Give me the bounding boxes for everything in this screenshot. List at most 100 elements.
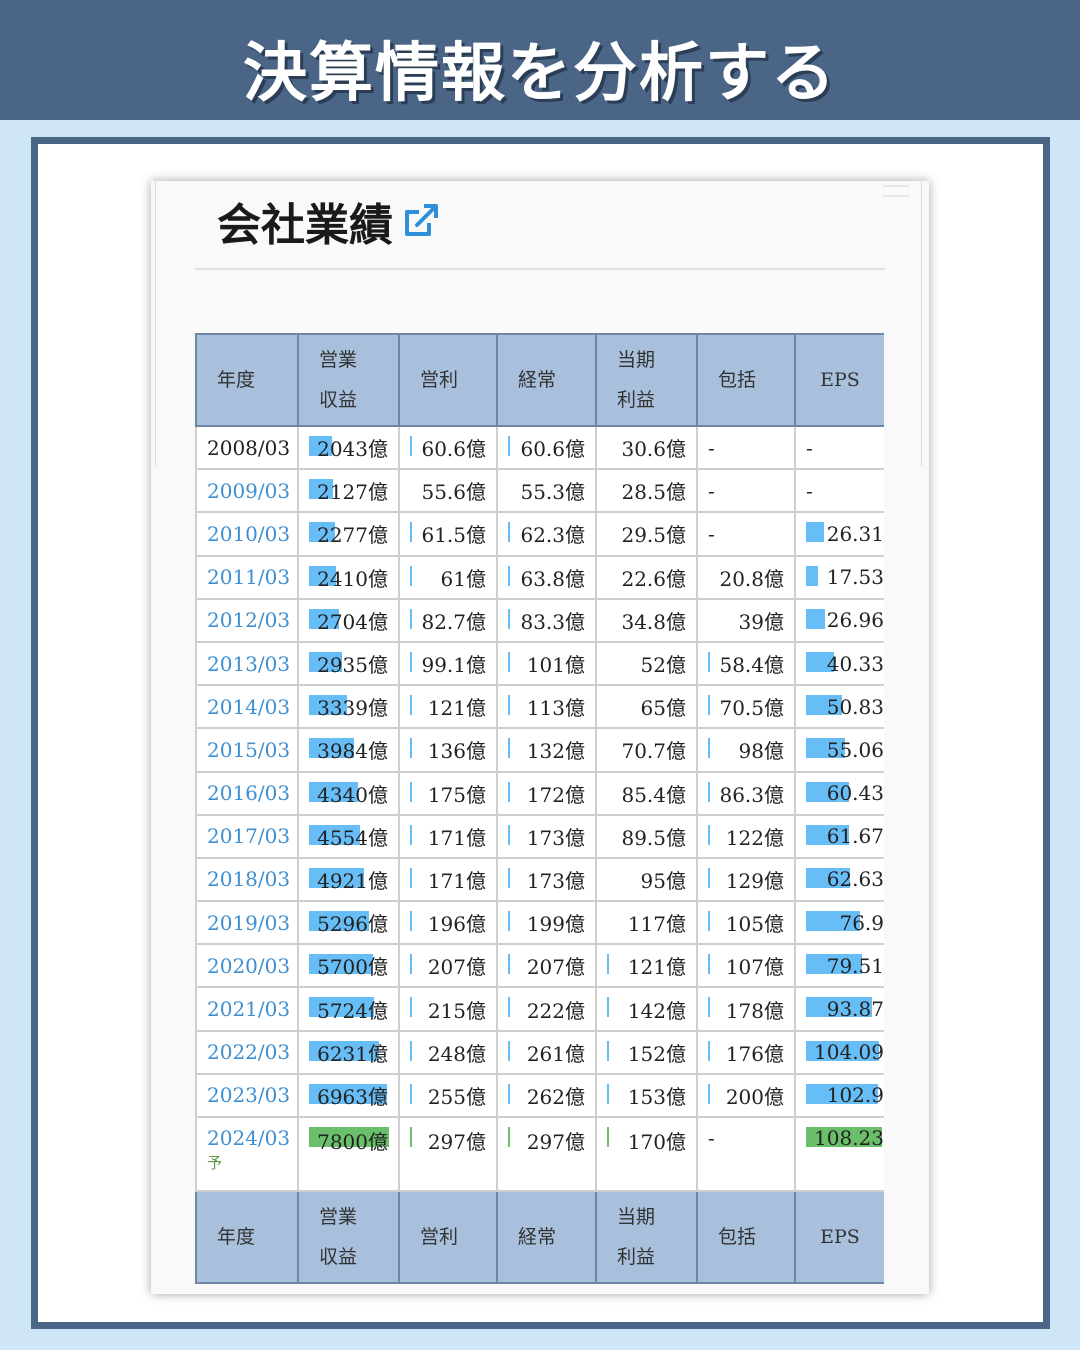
header-operating-profit[interactable]: 営利 <box>399 333 498 427</box>
header-year[interactable]: 年度 <box>195 333 299 427</box>
cell-year[interactable]: 2011/03 <box>195 555 299 600</box>
cell-year[interactable]: 2020/03 <box>195 944 299 989</box>
cell-year[interactable]: 2013/03 <box>195 641 299 687</box>
cell-value: 152億 <box>627 1041 686 1066</box>
year-link[interactable]: 2018/03 <box>207 867 290 891</box>
cell-net-income: 142億 <box>596 987 698 1032</box>
cell-eps: 26.96 <box>795 598 884 643</box>
table-header-row: 年度 営業 収益 営利 経常 当期 利益 包括 EPS <box>195 333 884 427</box>
value-bar <box>708 651 710 672</box>
cell-value: 65億 <box>640 696 686 721</box>
cell-value: 4340億 <box>317 782 388 807</box>
year-link[interactable]: 2019/03 <box>207 911 290 935</box>
cell-value: 122億 <box>725 825 784 850</box>
value-bar <box>508 824 510 845</box>
cell-value: 136億 <box>427 739 486 764</box>
table-footer-row: 年度 営業 収益 営利 経常 当期 利益 包括 EPS <box>195 1190 884 1284</box>
cell-value: - <box>708 521 715 546</box>
cell-revenue: 2410億 <box>298 555 400 600</box>
footer-comprehensive[interactable]: 包括 <box>697 1190 796 1284</box>
footer-year[interactable]: 年度 <box>195 1190 299 1284</box>
cell-value: 26.31 <box>826 521 884 546</box>
cell-year[interactable]: 2024/03 予 <box>195 1117 299 1192</box>
cell-revenue: 4554億 <box>298 814 400 859</box>
header-eps[interactable]: EPS <box>795 333 884 427</box>
cell-revenue: 4340億 <box>298 771 400 816</box>
cell-value: 30.6億 <box>621 437 686 462</box>
cell-revenue: 2277億 <box>298 512 400 557</box>
cell-net-income: 28.5億 <box>596 469 698 514</box>
footer-eps[interactable]: EPS <box>795 1190 884 1284</box>
cell-ordinary-profit: 83.3億 <box>497 598 597 643</box>
cell-year[interactable]: 2021/03 <box>195 987 299 1032</box>
cell-value: 171億 <box>427 868 486 893</box>
table-row: 2008/03 2043億 60.6億 60.6億 30.6億 - - <box>195 426 884 471</box>
year-link[interactable]: 2020/03 <box>207 954 290 978</box>
header-comprehensive[interactable]: 包括 <box>697 333 796 427</box>
cell-comprehensive: - <box>697 512 796 557</box>
cell-value: 178億 <box>725 998 784 1023</box>
value-bar <box>410 1127 412 1147</box>
cell-value: 40.33 <box>826 651 884 676</box>
cell-year[interactable]: 2015/03 <box>195 728 299 773</box>
cell-net-income: 153億 <box>596 1073 698 1119</box>
cell-year[interactable]: 2016/03 <box>195 771 299 816</box>
cell-year[interactable]: 2023/03 <box>195 1073 299 1119</box>
table-row: 2022/03 6231億 248億 261億 152億 176億 104.09 <box>195 1030 884 1075</box>
value-bar <box>410 867 412 888</box>
header-net-income[interactable]: 当期 利益 <box>596 333 698 427</box>
cell-ordinary-profit: 222億 <box>497 987 597 1032</box>
year-link[interactable]: 2013/03 <box>207 652 290 676</box>
cell-comprehensive: 39億 <box>697 598 796 643</box>
value-bar <box>708 954 710 975</box>
cell-ordinary-profit: 55.3億 <box>497 469 597 514</box>
cell-year[interactable]: 2022/03 <box>195 1030 299 1075</box>
year-link[interactable]: 2014/03 <box>207 695 290 719</box>
header-revenue[interactable]: 営業 収益 <box>298 333 400 427</box>
cell-value: 2410億 <box>317 566 388 591</box>
year-link[interactable]: 2010/03 <box>207 522 290 546</box>
year-link[interactable]: 2021/03 <box>207 997 290 1021</box>
cell-eps: 40.33 <box>795 641 884 687</box>
cell-value: 60.6億 <box>421 437 486 462</box>
value-bar <box>508 954 510 975</box>
cell-year[interactable]: 2018/03 <box>195 857 299 903</box>
year-link[interactable]: 2024/03 <box>207 1126 290 1150</box>
year-link[interactable]: 2016/03 <box>207 781 290 805</box>
cell-net-income: 121億 <box>596 944 698 989</box>
year-link[interactable]: 2017/03 <box>207 824 290 848</box>
value-bar <box>806 522 824 543</box>
cell-comprehensive: 200億 <box>697 1073 796 1119</box>
cell-value: 175億 <box>427 782 486 807</box>
header-ordinary-profit[interactable]: 経常 <box>497 333 597 427</box>
year-link[interactable]: 2011/03 <box>207 565 290 589</box>
menu-icon[interactable] <box>883 185 909 197</box>
cell-value: 22.6億 <box>621 566 686 591</box>
cell-ordinary-profit: 60.6億 <box>497 426 597 471</box>
cell-value: 2935億 <box>317 653 388 678</box>
card-side-line <box>155 181 156 466</box>
external-link-icon[interactable] <box>401 201 441 241</box>
year-link[interactable]: 2009/03 <box>207 479 290 503</box>
year-link[interactable]: 2012/03 <box>207 608 290 632</box>
cell-value: 55.3億 <box>520 480 585 505</box>
table-row: 2009/03 2127億 55.6億 55.3億 28.5億 - - <box>195 469 884 514</box>
cell-value: 104.09 <box>814 1040 884 1065</box>
footer-revenue[interactable]: 営業 収益 <box>298 1190 400 1284</box>
year-link[interactable]: 2015/03 <box>207 738 290 762</box>
value-bar <box>410 1083 412 1104</box>
year-link[interactable]: 2022/03 <box>207 1040 290 1064</box>
footer-operating-profit[interactable]: 営利 <box>399 1190 498 1284</box>
value-bar <box>708 695 710 716</box>
cell-year[interactable]: 2019/03 <box>195 901 299 946</box>
footer-ordinary-profit[interactable]: 経常 <box>497 1190 597 1284</box>
cell-year[interactable]: 2009/03 <box>195 469 299 514</box>
value-bar <box>607 997 609 1018</box>
cell-year[interactable]: 2017/03 <box>195 814 299 859</box>
cell-year[interactable]: 2014/03 <box>195 685 299 730</box>
cell-year[interactable]: 2010/03 <box>195 512 299 557</box>
cell-year[interactable]: 2012/03 <box>195 598 299 643</box>
cell-eps: 62.63 <box>795 857 884 903</box>
year-link[interactable]: 2023/03 <box>207 1083 290 1107</box>
footer-net-income[interactable]: 当期 利益 <box>596 1190 698 1284</box>
